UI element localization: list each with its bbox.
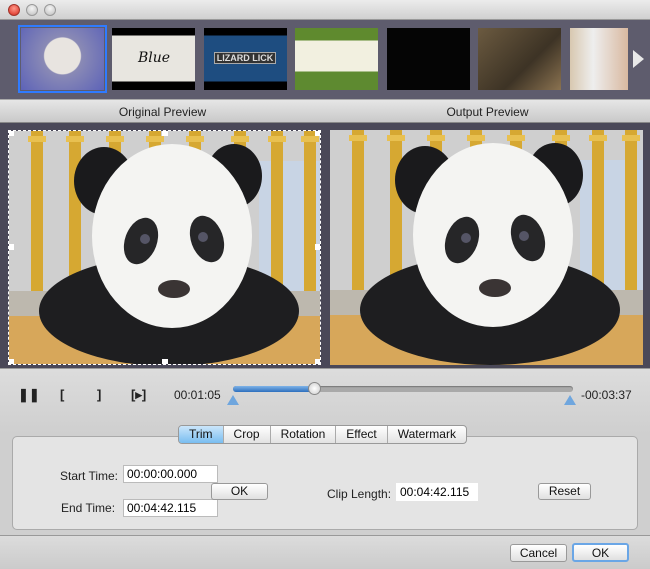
minimize-button[interactable] bbox=[26, 4, 38, 16]
title-bar bbox=[0, 0, 650, 20]
reset-button[interactable]: Reset bbox=[538, 483, 591, 500]
end-time-label: End Time: bbox=[61, 501, 116, 515]
crop-handle[interactable] bbox=[315, 359, 320, 364]
trim-ok-button[interactable]: OK bbox=[211, 483, 268, 500]
play-segment-icon[interactable]: [▸] bbox=[131, 387, 146, 403]
pause-icon[interactable]: ❚❚ bbox=[18, 387, 40, 403]
edit-panel: Start Time: End Time: OK Clip Length: Re… bbox=[0, 434, 650, 535]
edit-tabs: Trim Crop Rotation Effect Watermark bbox=[178, 425, 467, 444]
clip-length-value bbox=[396, 483, 478, 501]
tab-trim[interactable]: Trim bbox=[179, 426, 224, 443]
tab-rotation[interactable]: Rotation bbox=[271, 426, 337, 443]
thumbnail-laundry[interactable] bbox=[295, 28, 378, 90]
start-time-input[interactable] bbox=[123, 465, 218, 483]
trim-end-marker[interactable] bbox=[564, 395, 576, 405]
preview-header: Original Preview Output Preview bbox=[0, 99, 650, 123]
crop-handle[interactable] bbox=[162, 359, 168, 364]
crop-handle[interactable] bbox=[9, 359, 14, 364]
thumbnail-drawing[interactable] bbox=[570, 28, 628, 90]
ok-button[interactable]: OK bbox=[572, 543, 629, 562]
mark-in-icon[interactable]: [ bbox=[60, 387, 64, 402]
thumbnail-western[interactable] bbox=[478, 28, 561, 90]
crop-handle[interactable] bbox=[9, 244, 14, 250]
zoom-button[interactable] bbox=[44, 4, 56, 16]
end-time-input[interactable] bbox=[123, 499, 218, 517]
thumbnail-logo-text: Blue bbox=[138, 50, 171, 66]
thumbnail-lizard-lick[interactable]: LIZARD LICK bbox=[204, 28, 287, 90]
timeline-thumb[interactable] bbox=[307, 382, 321, 395]
timeline-slider[interactable] bbox=[233, 382, 573, 395]
trim-start-marker[interactable] bbox=[227, 395, 239, 405]
original-preview[interactable] bbox=[8, 130, 321, 365]
crop-handle[interactable] bbox=[162, 131, 168, 136]
mark-out-icon[interactable]: ] bbox=[97, 387, 101, 402]
tab-crop[interactable]: Crop bbox=[224, 426, 271, 443]
output-preview bbox=[330, 130, 643, 365]
panda-image bbox=[330, 130, 643, 365]
original-preview-label: Original Preview bbox=[118, 105, 207, 119]
tab-effect[interactable]: Effect bbox=[336, 426, 388, 443]
dialog-footer: Cancel OK bbox=[0, 535, 650, 569]
close-button[interactable] bbox=[8, 4, 20, 16]
crop-handle[interactable] bbox=[315, 244, 320, 250]
trim-tab-content: Start Time: End Time: OK Clip Length: Re… bbox=[12, 436, 638, 530]
timeline-progress bbox=[233, 386, 315, 392]
crop-handle[interactable] bbox=[9, 131, 14, 136]
thumbnail-strip: Blue LIZARD LICK bbox=[0, 20, 650, 99]
thumbnail-black-title[interactable] bbox=[387, 28, 470, 90]
thumbnail-logo-text: LIZARD LICK bbox=[214, 52, 276, 64]
thumbnail-kitten[interactable] bbox=[18, 25, 107, 93]
cancel-button[interactable]: Cancel bbox=[510, 544, 567, 562]
next-arrow-icon[interactable] bbox=[633, 50, 644, 68]
tab-watermark[interactable]: Watermark bbox=[388, 426, 466, 443]
preview-area bbox=[0, 123, 650, 368]
thumbnail-blue[interactable]: Blue bbox=[112, 28, 195, 90]
crop-handle[interactable] bbox=[315, 131, 320, 136]
current-time: 00:01:05 bbox=[174, 388, 221, 402]
panda-image bbox=[9, 131, 320, 364]
output-preview-label: Output Preview bbox=[446, 105, 529, 119]
clip-length-label: Clip Length: bbox=[327, 487, 392, 501]
remaining-time: -00:03:37 bbox=[581, 388, 632, 402]
start-time-label: Start Time: bbox=[60, 469, 119, 483]
